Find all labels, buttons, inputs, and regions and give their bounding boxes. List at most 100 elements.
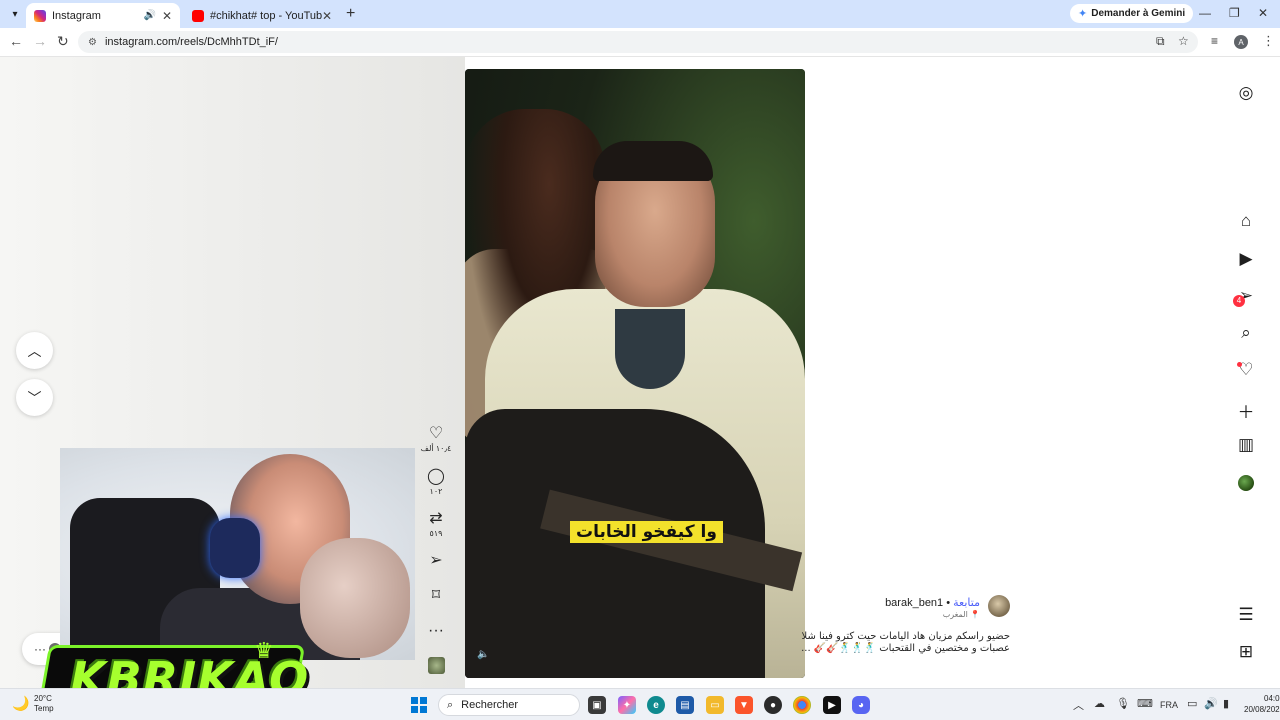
url-text: instagram.com/reels/DcMhhTDt_iF/ [104, 36, 278, 48]
author-username[interactable]: barak_ben1 [885, 597, 943, 609]
video-figure [593, 141, 713, 181]
tab-instagram[interactable]: Instagram 🔊 ✕ [26, 3, 180, 28]
previous-reel-button[interactable]: ︿ [16, 332, 53, 369]
chrome-icon[interactable] [793, 696, 811, 714]
battery-icon[interactable]: ▮ [1223, 697, 1229, 710]
author-location[interactable]: 📍 المغرب [943, 610, 980, 619]
more-options-action[interactable]: ··· [420, 622, 452, 640]
reel-video[interactable]: وا كيفخو الخابات 🔈 [465, 69, 805, 678]
youtube-favicon-icon [192, 9, 204, 22]
windows-taskbar: 🌙 20°C Temp ⌕ Rechercher ▣ ✦ e ▤ ▭ ▼ ● ▶… [0, 688, 1280, 720]
create-icon[interactable]: ＋ [1232, 398, 1260, 423]
task-view-icon[interactable]: ▣ [588, 696, 606, 714]
save-action[interactable]: ⌑ [420, 587, 452, 605]
home-icon[interactable]: ⌂ [1232, 211, 1260, 231]
tab-search-chevron-icon[interactable]: ▾ [6, 5, 24, 23]
close-tab-icon[interactable]: ✕ [322, 9, 332, 23]
streamer-figure [300, 538, 410, 658]
comment-icon[interactable]: ◯ [420, 468, 452, 486]
reading-list-icon[interactable]: ≡ [1211, 34, 1218, 48]
forward-icon[interactable]: → [33, 33, 47, 49]
author-avatar[interactable] [988, 595, 1010, 617]
next-reel-button[interactable]: ﹀ [16, 379, 53, 416]
more-icon[interactable]: ··· [420, 622, 452, 640]
show-hidden-icons[interactable]: ︿ [1073, 697, 1084, 713]
reload-icon[interactable]: ↻ [57, 33, 69, 50]
volume-icon[interactable]: 🔊 [1204, 697, 1218, 710]
follow-button[interactable]: متابعة [953, 597, 980, 609]
file-explorer-icon[interactable]: ▭ [706, 696, 724, 714]
search-placeholder: Rechercher [461, 699, 519, 711]
crown-icon: ♛ [254, 638, 274, 663]
profile-avatar[interactable] [1238, 475, 1254, 491]
discord-icon[interactable]: ◕ [852, 696, 870, 714]
new-tab-button[interactable]: + [346, 5, 355, 23]
audio-thumbnail[interactable] [428, 657, 445, 674]
microphone-icon[interactable]: 🎙 [1116, 697, 1130, 710]
more-apps-icon[interactable]: ⊞ [1232, 642, 1260, 662]
reel-description[interactable]: حضيو راسكم مزيان هاد اليامات حيت كترو في… [800, 631, 1010, 655]
dashboard-icon[interactable]: ▥ [1232, 435, 1260, 455]
mute-icon[interactable]: 🔈 [477, 649, 489, 660]
weather-moon-icon[interactable]: 🌙 [12, 695, 29, 712]
copilot-icon[interactable]: ✦ [618, 696, 636, 714]
edge-icon[interactable]: e [647, 696, 665, 714]
streaming-app-icon[interactable]: ▶ [823, 696, 841, 714]
close-tab-icon[interactable]: ✕ [162, 9, 172, 23]
share-action[interactable]: ➢ [420, 552, 452, 570]
restore-icon[interactable]: ❐ [1229, 6, 1240, 20]
store-icon[interactable]: ▤ [676, 696, 694, 714]
language-indicator[interactable]: FRA [1160, 700, 1178, 710]
browser-toolbar: ← → ↻ ⚙ instagram.com/reels/DcMhhTDt_iF/… [0, 28, 1280, 57]
video-caption: وا كيفخو الخابات [570, 521, 723, 543]
reels-icon[interactable]: ▶ [1232, 249, 1260, 269]
headset [210, 518, 260, 578]
tab-youtube[interactable]: #chikhat# top - YouTube ✕ [184, 3, 340, 28]
like-action[interactable]: ♡ ١٠٫٤ ألف [420, 425, 452, 453]
comment-count: ١٠٢ [429, 487, 443, 496]
install-app-icon[interactable]: ⧉ [1156, 34, 1165, 49]
minimize-icon[interactable]: — [1199, 6, 1211, 20]
profile-avatar[interactable]: A [1234, 35, 1248, 49]
search-icon[interactable]: ⌕ [1232, 323, 1260, 343]
weather-sub: Temp [34, 704, 54, 713]
network-icon[interactable]: ▭ [1187, 697, 1197, 710]
tab-title: #chikhat# top - YouTube [210, 9, 322, 22]
search-icon: ⌕ [447, 698, 454, 711]
repost-action[interactable]: ⇄ ٥١٩ [420, 510, 452, 538]
gemini-button[interactable]: ✦ Demander à Gemini [1070, 4, 1194, 23]
cloud-icon[interactable]: ☁ [1094, 697, 1105, 710]
taskbar-search[interactable]: ⌕ Rechercher [438, 694, 580, 716]
close-window-icon[interactable]: ✕ [1258, 6, 1268, 20]
send-icon[interactable]: ➢ [420, 552, 452, 570]
comment-action[interactable]: ◯ ١٠٢ [420, 468, 452, 496]
time: 04:08 [1264, 694, 1280, 703]
brave-icon[interactable]: ▼ [735, 696, 753, 714]
weather-widget[interactable]: 20°C Temp [34, 694, 54, 714]
chevron-up-icon: ︿ [27, 342, 42, 359]
repost-icon[interactable]: ⇄ [420, 510, 452, 528]
repost-count: ٥١٩ [429, 529, 443, 538]
browser-menu-icon[interactable]: ⋮ [1262, 33, 1275, 49]
bookmark-star-icon[interactable]: ☆ [1178, 34, 1189, 48]
video-figure [615, 309, 685, 389]
clock[interactable]: 04:08 20/08/2026 [1244, 693, 1280, 715]
obs-icon[interactable]: ● [764, 696, 782, 714]
gemini-sparkle-icon: ✦ [1078, 8, 1088, 20]
location-pin-icon: 📍 [970, 610, 980, 619]
instagram-logo-icon[interactable]: ◎ [1232, 83, 1260, 103]
browser-tab-strip: ▾ Instagram 🔊 ✕ #chikhat# top - YouTube … [0, 0, 1280, 28]
keyboard-icon[interactable]: ⌨ [1137, 697, 1153, 710]
gemini-label: Demander à Gemini [1091, 8, 1186, 19]
temperature: 20°C [34, 694, 52, 703]
instagram-favicon-icon [34, 9, 46, 22]
site-info-icon[interactable]: ⚙ [88, 37, 97, 48]
heart-icon[interactable]: ♡ [420, 425, 452, 443]
speaker-icon[interactable]: 🔊 [143, 10, 155, 21]
address-bar[interactable]: ⚙ instagram.com/reels/DcMhhTDt_iF/ [78, 31, 1198, 53]
bookmark-icon[interactable]: ⌑ [420, 587, 452, 605]
menu-icon[interactable]: ☰ [1232, 605, 1260, 625]
like-count: ١٠٫٤ ألف [420, 444, 452, 453]
windows-start-icon[interactable] [411, 697, 427, 713]
back-icon[interactable]: ← [9, 33, 23, 49]
